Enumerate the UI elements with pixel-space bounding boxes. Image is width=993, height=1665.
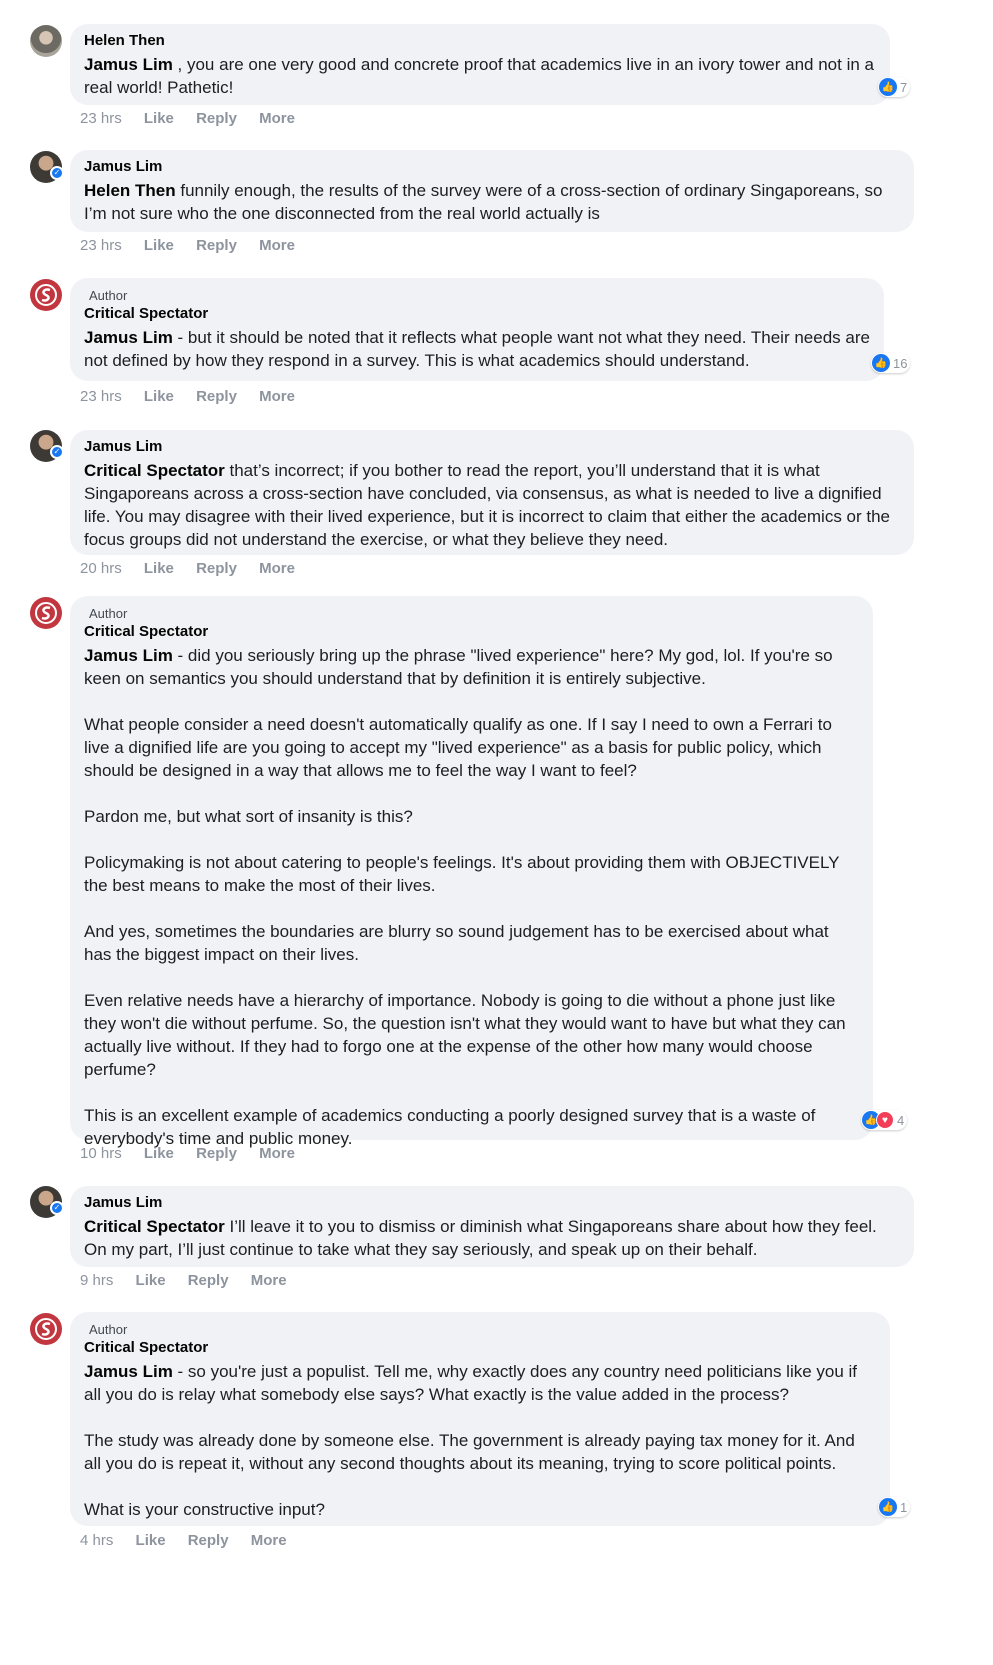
reply-button[interactable]: Reply [196, 388, 237, 405]
like-reaction-icon: 👍 [879, 78, 897, 96]
verified-badge-icon: ✓ [50, 166, 64, 180]
spectator-logo-icon [35, 1318, 57, 1340]
reply-button[interactable]: Reply [196, 237, 237, 254]
comment-text: Critical Spectator I’ll leave it to you … [84, 1217, 877, 1259]
comment-bubble: Jamus Lim Critical Spectator that’s inco… [70, 430, 914, 555]
avatar[interactable] [30, 279, 62, 311]
author-badge: Author [89, 1322, 128, 1337]
more-button[interactable]: More [251, 1272, 287, 1289]
like-button[interactable]: Like [144, 388, 174, 405]
comment-text: Jamus Lim - but it should be noted that … [84, 328, 870, 370]
comment-paragraph: What people consider a need doesn't auto… [84, 715, 832, 780]
like-button[interactable]: Like [144, 110, 174, 127]
verified-badge-icon: ✓ [50, 1201, 64, 1215]
comment-actions: 4 hrs Like Reply More [80, 1532, 305, 1549]
mention[interactable]: Jamus Lim [84, 646, 173, 665]
avatar[interactable] [30, 597, 62, 629]
timestamp[interactable]: 23 hrs [80, 237, 122, 254]
more-button[interactable]: More [259, 1145, 295, 1162]
timestamp[interactable]: 9 hrs [80, 1272, 113, 1289]
commenter-name[interactable]: Critical Spectator [84, 623, 859, 640]
more-button[interactable]: More [259, 560, 295, 577]
timestamp[interactable]: 4 hrs [80, 1532, 113, 1549]
love-reaction-icon: ♥ [876, 1111, 894, 1129]
comment-text: Jamus Lim , you are one very good and co… [84, 55, 874, 97]
comment-actions: 10 hrs Like Reply More [80, 1145, 313, 1162]
more-button[interactable]: More [259, 237, 295, 254]
comment-actions: 23 hrs Like Reply More [80, 110, 313, 127]
comment-bubble: Author Critical Spectator Jamus Lim - bu… [70, 278, 884, 381]
more-button[interactable]: More [259, 110, 295, 127]
commenter-name[interactable]: Critical Spectator [84, 1339, 876, 1356]
avatar[interactable] [30, 25, 62, 57]
like-button[interactable]: Like [144, 560, 174, 577]
like-button[interactable]: Like [136, 1532, 166, 1549]
comment-paragraph: This is an excellent example of academic… [84, 1106, 816, 1148]
comment-text: Helen Then funnily enough, the results o… [84, 181, 883, 223]
comment-bubble: Helen Then Jamus Lim , you are one very … [70, 24, 890, 105]
comment-paragraph: Even relative needs have a hierarchy of … [84, 991, 846, 1079]
reaction-count[interactable]: 👍 16 [871, 353, 911, 373]
commenter-name[interactable]: Jamus Lim [84, 438, 900, 455]
like-reaction-icon: 👍 [879, 1498, 897, 1516]
mention[interactable]: Helen Then [84, 181, 176, 200]
commenter-name[interactable]: Jamus Lim [84, 1194, 900, 1211]
comment-actions: 23 hrs Like Reply More [80, 388, 313, 405]
more-button[interactable]: More [251, 1532, 287, 1549]
more-button[interactable]: More [259, 388, 295, 405]
comment-bubble: Jamus Lim Critical Spectator I’ll leave … [70, 1186, 914, 1267]
verified-badge-icon: ✓ [50, 445, 64, 459]
comment-paragraph: Policymaking is not about catering to pe… [84, 853, 840, 895]
commenter-name[interactable]: Critical Spectator [84, 305, 870, 322]
mention[interactable]: Critical Spectator [84, 1217, 225, 1236]
timestamp[interactable]: 20 hrs [80, 560, 122, 577]
comment-text: Critical Spectator that’s incorrect; if … [84, 461, 891, 549]
reaction-count[interactable]: 👍 7 [878, 77, 911, 97]
comment-text: Jamus Lim - did you seriously bring up t… [84, 644, 859, 1150]
mention[interactable]: Jamus Lim [84, 55, 173, 74]
comment-text: Jamus Lim - so you're just a populist. T… [84, 1360, 876, 1521]
comment-paragraph: Pardon me, but what sort of insanity is … [84, 807, 413, 826]
mention[interactable]: Jamus Lim [84, 1362, 173, 1381]
spectator-logo-icon [35, 284, 57, 306]
commenter-name[interactable]: Helen Then [84, 32, 876, 49]
comment-actions: 20 hrs Like Reply More [80, 560, 313, 577]
reply-button[interactable]: Reply [188, 1532, 229, 1549]
like-reaction-icon: 👍 [872, 354, 890, 372]
timestamp[interactable]: 10 hrs [80, 1145, 122, 1162]
comment-bubble: Author Critical Spectator Jamus Lim - di… [70, 596, 873, 1148]
reply-button[interactable]: Reply [188, 1272, 229, 1289]
reaction-count[interactable]: 👍 ♥ 4 [861, 1110, 908, 1130]
author-badge: Author [89, 288, 128, 303]
comment-paragraph: What is your constructive input? [84, 1500, 325, 1519]
reaction-count[interactable]: 👍 1 [878, 1497, 911, 1517]
commenter-name[interactable]: Jamus Lim [84, 158, 900, 175]
comment-bubble: Author Critical Spectator Jamus Lim - so… [70, 1312, 890, 1526]
comment-paragraph: And yes, sometimes the boundaries are bl… [84, 922, 829, 964]
comment-bubble: Jamus Lim Helen Then funnily enough, the… [70, 150, 914, 232]
like-button[interactable]: Like [144, 237, 174, 254]
reply-button[interactable]: Reply [196, 1145, 237, 1162]
spectator-logo-icon [35, 602, 57, 624]
like-button[interactable]: Like [136, 1272, 166, 1289]
comment-actions: 23 hrs Like Reply More [80, 237, 313, 254]
author-badge: Author [89, 606, 128, 621]
mention[interactable]: Critical Spectator [84, 461, 225, 480]
comment-actions: 9 hrs Like Reply More [80, 1272, 305, 1289]
timestamp[interactable]: 23 hrs [80, 110, 122, 127]
mention[interactable]: Jamus Lim [84, 328, 173, 347]
like-button[interactable]: Like [144, 1145, 174, 1162]
avatar[interactable] [30, 1313, 62, 1345]
reply-button[interactable]: Reply [196, 560, 237, 577]
timestamp[interactable]: 23 hrs [80, 388, 122, 405]
comment-paragraph: The study was already done by someone el… [84, 1431, 855, 1473]
reply-button[interactable]: Reply [196, 110, 237, 127]
